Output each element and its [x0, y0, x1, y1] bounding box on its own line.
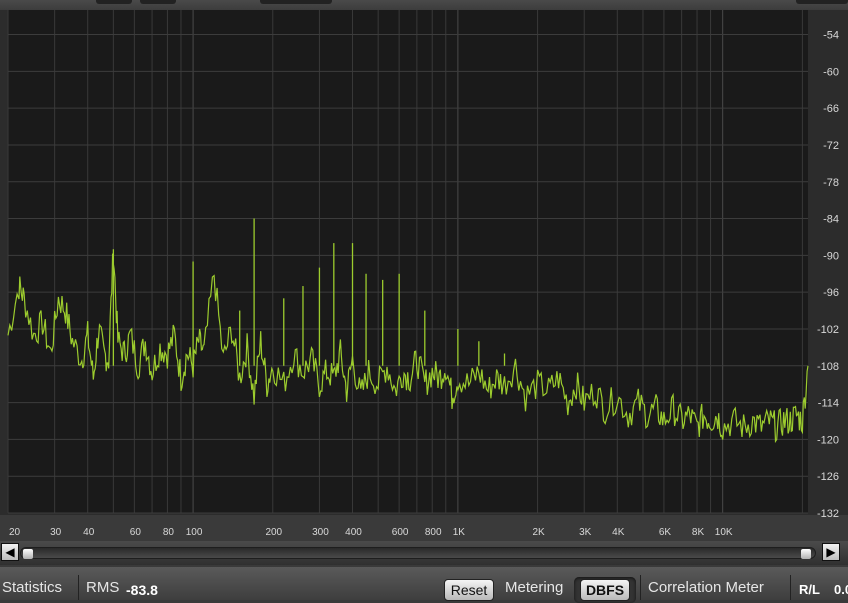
arrow-left-icon: ◀	[5, 545, 15, 559]
top-control-stub[interactable]	[96, 0, 132, 4]
x-tick-label: 300	[312, 527, 329, 538]
frequency-scrollbar[interactable]: ◀ ▶	[0, 541, 848, 565]
rms-label: RMS	[86, 579, 120, 596]
top-control-stub[interactable]	[140, 0, 176, 4]
x-tick-label: 20	[9, 527, 21, 538]
plot-area	[8, 10, 808, 513]
correlation-meter-label: Correlation Meter	[648, 579, 764, 596]
x-tick-label: 30	[50, 527, 62, 538]
y-tick-label: -84	[823, 214, 839, 226]
x-tick-label: 80	[163, 527, 175, 538]
arrow-right-icon: ▶	[826, 545, 836, 559]
x-tick-label: 60	[130, 527, 142, 538]
y-tick-label: -96	[823, 287, 839, 299]
divider	[78, 575, 79, 600]
top-control-stub[interactable]	[796, 0, 848, 4]
status-bar: Statistics RMS -83.8 Reset Metering DBFS…	[0, 567, 848, 603]
y-tick-label: -60	[823, 66, 839, 78]
spectrum-analyzer-chart: -54 -60 -66 -72 -78 -84 -90 -96 -102 -108 -114 -120…	[7, 10, 839, 538]
y-tick-label: -72	[823, 140, 839, 152]
scroll-left-button[interactable]: ◀	[1, 543, 19, 561]
rl-label: R/L	[799, 582, 820, 597]
y-tick-label: -114	[818, 398, 839, 410]
x-tick-label: 6K	[659, 527, 672, 538]
x-tick-label: 400	[345, 527, 362, 538]
top-control-stub[interactable]	[260, 0, 332, 4]
scroll-right-button[interactable]: ▶	[822, 543, 840, 561]
scroll-thumb-right[interactable]	[801, 549, 811, 559]
y-tick-label: -90	[823, 250, 839, 262]
x-tick-label: 200	[265, 527, 282, 538]
y-tick-label: -54	[823, 30, 839, 42]
y-tick-label: -126	[817, 471, 839, 483]
x-tick-label: 8K	[692, 527, 705, 538]
rl-value: 0.0	[834, 582, 848, 597]
y-tick-label: -132	[817, 508, 839, 520]
rms-value: -83.8	[126, 582, 158, 598]
x-tick-label: 40	[83, 527, 95, 538]
x-tick-label: 100	[186, 527, 203, 538]
reset-button[interactable]: Reset	[444, 579, 494, 601]
divider	[790, 575, 791, 600]
spectrum-analyzer-panel: -54 -60 -66 -72 -78 -84 -90 -96 -102 -108 -114 -120…	[0, 10, 848, 538]
y-tick-label: -102	[817, 324, 839, 336]
y-tick-label: -120	[817, 434, 839, 446]
x-tick-label: 4K	[612, 527, 625, 538]
statistics-label: Statistics	[2, 579, 63, 596]
x-tick-label: 2K	[532, 527, 545, 538]
x-tick-label: 800	[425, 527, 442, 538]
y-tick-label: -66	[823, 103, 839, 115]
x-tick-label: 10K	[715, 527, 733, 538]
x-tick-label: 1K	[453, 527, 466, 538]
x-tick-label: 3K	[579, 527, 592, 538]
y-tick-label: -108	[817, 361, 839, 373]
x-tick-label: 600	[392, 527, 409, 538]
divider	[640, 575, 641, 600]
y-tick-label: -78	[823, 177, 839, 189]
metering-label: Metering	[505, 579, 564, 596]
metering-dbfs-button[interactable]: DBFS	[580, 579, 630, 601]
scroll-thumb-left[interactable]	[23, 549, 33, 559]
scroll-track[interactable]	[20, 547, 816, 559]
